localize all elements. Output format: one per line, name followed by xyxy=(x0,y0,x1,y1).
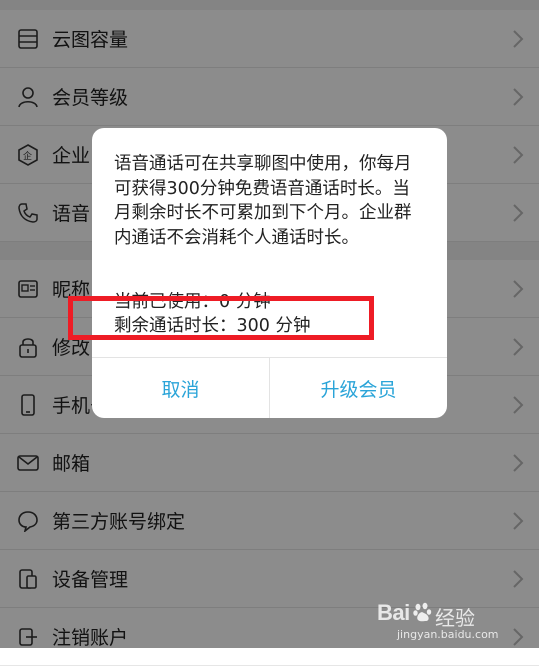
cancel-button[interactable]: 取消 xyxy=(92,358,269,418)
dialog-message: 语音通话可在共享聊图中使用，你每月可获得300分钟免费语音通话时长。当月剩余时长… xyxy=(114,154,412,248)
paw-icon xyxy=(413,602,432,622)
upgrade-member-button[interactable]: 升级会员 xyxy=(269,358,447,418)
voice-call-info-dialog: 语音通话可在共享聊图中使用，你每月可获得300分钟免费语音通话时长。当月剩余时长… xyxy=(92,128,447,418)
watermark-url: jingyan.baidu.com xyxy=(397,628,499,641)
watermark-brand: Bai xyxy=(377,600,410,625)
watermark-brand-suffix: 经验 xyxy=(435,606,475,630)
baidu-jingyan-watermark: Bai 经验 jingyan.baidu.com xyxy=(373,600,533,644)
highlight-annotation-box xyxy=(68,296,374,340)
dialog-button-bar: 取消 升级会员 xyxy=(92,357,447,418)
